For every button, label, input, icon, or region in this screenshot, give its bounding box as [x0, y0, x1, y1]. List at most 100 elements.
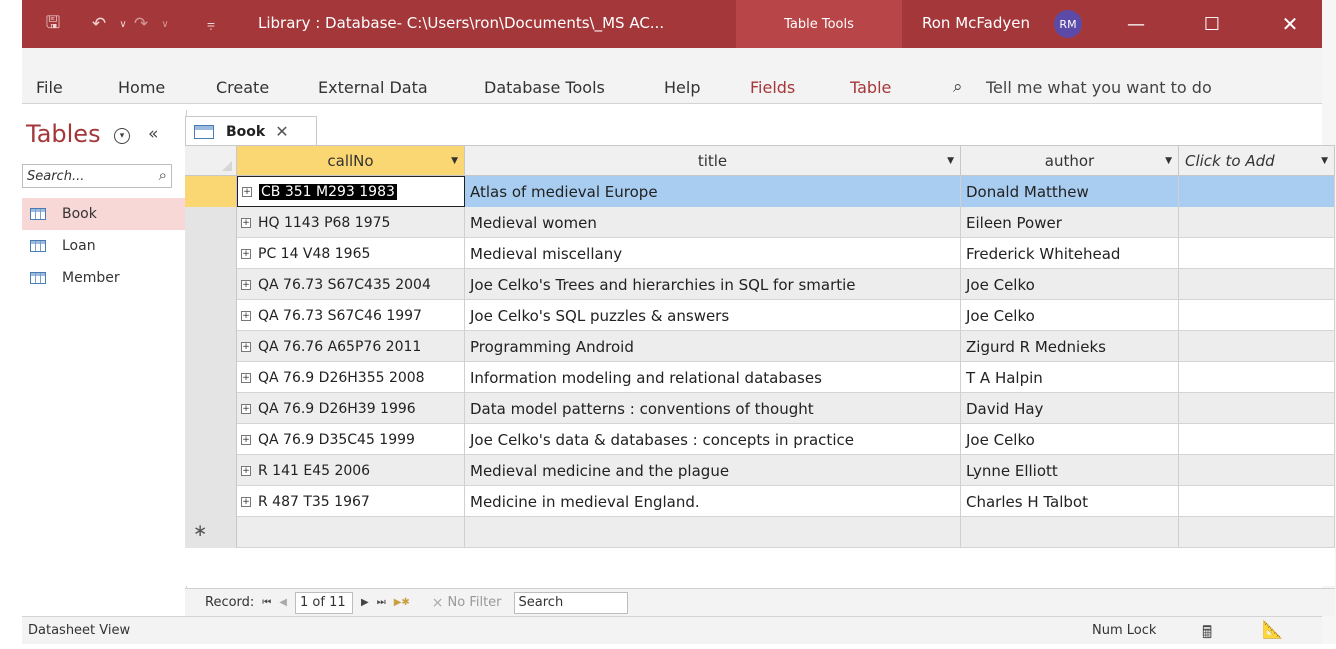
table-row[interactable]: + QA 76.73 S67C46 1997 Joe Celko's SQL pu… [185, 300, 1335, 331]
chevron-down-icon[interactable]: ▾ [114, 128, 130, 144]
cell-callno[interactable]: + QA 76.73 S67C46 1997 [237, 300, 465, 331]
row-selector[interactable] [185, 238, 237, 269]
cell-title[interactable]: Programming Android [465, 331, 961, 362]
column-header-click-to-add[interactable]: Click to Add ▼ [1179, 146, 1335, 176]
row-selector[interactable] [185, 331, 237, 362]
tab-database-tools[interactable]: Database Tools [484, 78, 605, 97]
search-icon[interactable]: ⌕ [159, 166, 167, 184]
table-row[interactable]: + QA 76.9 D26H355 2008 Information modeli… [185, 362, 1335, 393]
cell-empty[interactable] [1179, 176, 1335, 207]
cell-title[interactable]: Medieval miscellany [465, 238, 961, 269]
cell-callno[interactable]: + QA 76.9 D26H355 2008 [237, 362, 465, 393]
cell-callno[interactable]: + R 487 T35 1967 [237, 486, 465, 517]
chevron-down-icon[interactable]: ▼ [1165, 156, 1172, 166]
cell-callno[interactable]: + QA 76.9 D26H39 1996 [237, 393, 465, 424]
redo-icon[interactable]: ↷ [130, 13, 152, 35]
cell-callno[interactable]: + PC 14 V48 1965 [237, 238, 465, 269]
row-selector[interactable] [185, 362, 237, 393]
cell-author[interactable]: Joe Celko [961, 424, 1179, 455]
expand-icon[interactable]: + [241, 310, 251, 321]
avatar[interactable]: RM [1054, 10, 1082, 38]
row-selector[interactable] [185, 269, 237, 300]
row-selector[interactable] [185, 424, 237, 455]
nav-item-loan[interactable]: Loan [22, 230, 185, 262]
table-row[interactable]: + CB 351 M293 1983 Atlas of medieval Euro… [185, 176, 1335, 207]
tab-file[interactable]: File [36, 78, 63, 97]
tab-external-data[interactable]: External Data [318, 78, 428, 97]
cell-author[interactable]: Lynne Elliott [961, 455, 1179, 486]
expand-icon[interactable]: + [241, 403, 251, 414]
cell-title[interactable]: Joe Celko's SQL puzzles & answers [465, 300, 961, 331]
cell-title[interactable]: Data model patterns : conventions of tho… [465, 393, 961, 424]
new-record-row[interactable] [185, 517, 1335, 548]
nav-item-member[interactable]: Member [22, 262, 185, 294]
cell-callno[interactable]: + QA 76.9 D35C45 1999 [237, 424, 465, 455]
cell-empty[interactable] [1179, 238, 1335, 269]
redo-dropdown-icon[interactable]: ∨ [154, 13, 176, 35]
cell-callno[interactable]: + QA 76.76 A65P76 2011 [237, 331, 465, 362]
minimize-icon[interactable]: — [1108, 0, 1164, 48]
cell-author[interactable]: Joe Celko [961, 269, 1179, 300]
table-row[interactable]: + QA 76.73 S67C435 2004 Joe Celko's Trees… [185, 269, 1335, 300]
filter-toggle[interactable]: ⨯ No Filter [432, 595, 502, 611]
expand-icon[interactable]: + [241, 465, 251, 476]
design-view-icon[interactable]: 📐 [1262, 620, 1283, 640]
cell-empty[interactable] [1179, 362, 1335, 393]
cell-empty[interactable] [1179, 455, 1335, 486]
table-row[interactable]: + PC 14 V48 1965 Medieval miscellany Fred… [185, 238, 1335, 269]
tab-home[interactable]: Home [118, 78, 165, 97]
cell-empty[interactable] [1179, 331, 1335, 362]
column-header-author[interactable]: author ▼ [961, 146, 1179, 176]
last-record-icon[interactable]: ⏭ [377, 597, 386, 608]
expand-icon[interactable]: + [241, 341, 251, 352]
cell-title[interactable]: Medicine in medieval England. [465, 486, 961, 517]
cell-title[interactable]: Atlas of medieval Europe [465, 176, 961, 207]
cell-title[interactable]: Joe Celko's Trees and hierarchies in SQL… [465, 269, 961, 300]
table-row[interactable]: + R 141 E45 2006 Medieval medicine and th… [185, 455, 1335, 486]
search-icon[interactable]: ⌕ [953, 77, 963, 97]
expand-icon[interactable]: + [241, 248, 251, 259]
cell-author[interactable]: Donald Matthew [961, 176, 1179, 207]
row-selector[interactable] [185, 393, 237, 424]
close-icon[interactable]: ✕ [1262, 0, 1318, 48]
cell-empty[interactable] [1179, 486, 1335, 517]
cell-author[interactable]: Zigurd R Mednieks [961, 331, 1179, 362]
table-row[interactable]: + QA 76.9 D35C45 1999 Joe Celko's data & … [185, 424, 1335, 455]
expand-icon[interactable]: + [241, 434, 251, 445]
table-row[interactable]: + R 487 T35 1967 Medicine in medieval Eng… [185, 486, 1335, 517]
cell-empty[interactable] [1179, 300, 1335, 331]
cell-title[interactable]: Medieval women [465, 207, 961, 238]
table-row[interactable]: + QA 76.9 D26H39 1996 Data model patterns… [185, 393, 1335, 424]
first-record-icon[interactable]: ⏮ [262, 597, 271, 608]
new-record-icon[interactable]: ▶✱ [394, 597, 410, 608]
chevron-down-icon[interactable]: ▼ [451, 156, 458, 166]
cell-title[interactable]: Information modeling and relational data… [465, 362, 961, 393]
cell-title[interactable]: Medieval medicine and the plague [465, 455, 961, 486]
row-selector[interactable] [185, 207, 237, 238]
row-selector[interactable] [185, 300, 237, 331]
expand-icon[interactable]: + [241, 496, 251, 507]
cell-callno[interactable]: + CB 351 M293 1983 [237, 176, 465, 207]
expand-icon[interactable]: + [242, 186, 252, 197]
tab-fields[interactable]: Fields [750, 78, 795, 97]
expand-icon[interactable]: + [241, 217, 251, 228]
chevron-down-icon[interactable]: ▼ [1321, 156, 1328, 166]
nav-pane-title[interactable]: Tables [26, 120, 101, 148]
expand-icon[interactable]: + [241, 279, 251, 290]
previous-record-icon[interactable]: ◀ [279, 597, 287, 608]
new-record-icon[interactable] [185, 517, 237, 548]
cell-empty[interactable] [1179, 269, 1335, 300]
cell-author[interactable]: T A Halpin [961, 362, 1179, 393]
user-name[interactable]: Ron McFadyen [922, 14, 1030, 32]
customize-toolbar-icon[interactable]: ⩦ [200, 13, 222, 35]
nav-search-input[interactable] [23, 165, 141, 188]
cell-empty[interactable] [1179, 393, 1335, 424]
cell-callno[interactable] [237, 517, 465, 548]
tab-table[interactable]: Table [850, 78, 891, 97]
expand-icon[interactable]: + [241, 372, 251, 383]
record-search-input[interactable]: Search [513, 591, 628, 614]
current-record-field[interactable]: 1 of 11 [295, 591, 353, 614]
datasheet-view-icon[interactable]: 🖩 [1202, 620, 1212, 649]
table-row[interactable]: + HQ 1143 P68 1975 Medieval women Eileen … [185, 207, 1335, 238]
cell-empty[interactable] [1179, 517, 1335, 548]
